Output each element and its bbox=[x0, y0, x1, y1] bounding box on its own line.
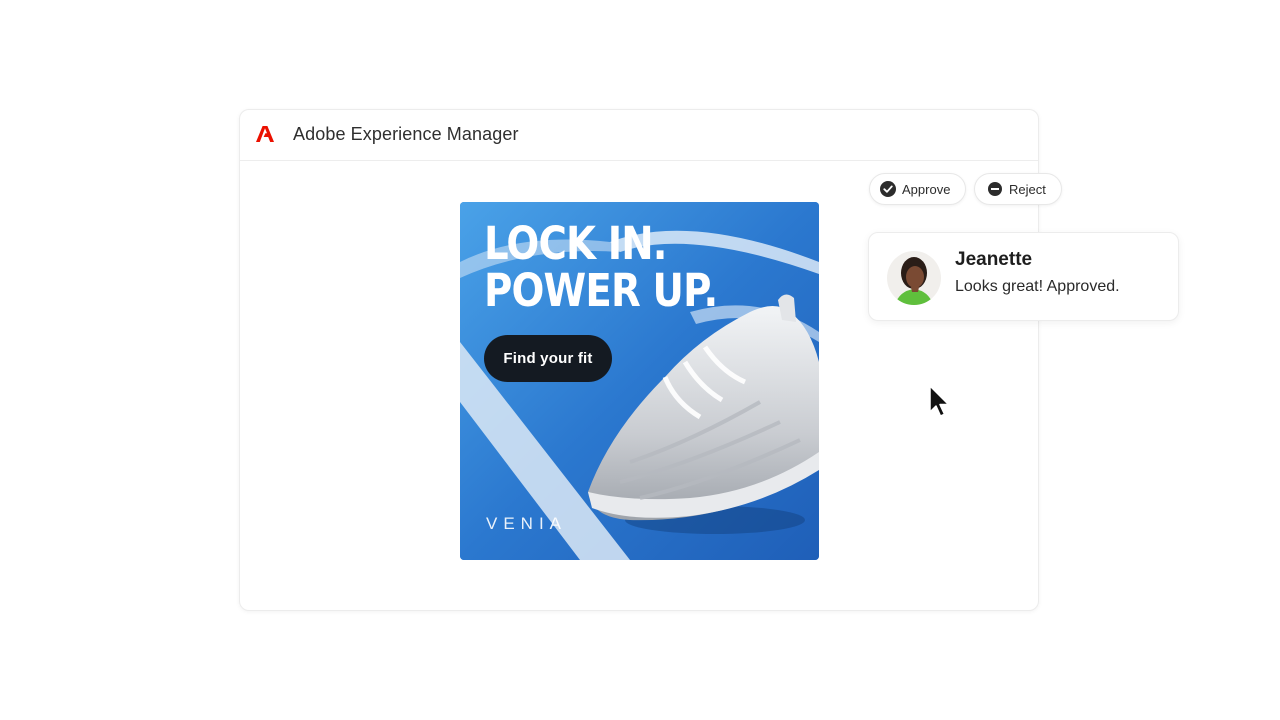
reject-label: Reject bbox=[1009, 181, 1046, 197]
avatar bbox=[887, 251, 941, 305]
approve-button[interactable]: Approve bbox=[869, 173, 966, 205]
approve-label: Approve bbox=[902, 181, 951, 197]
stage: Adobe Experience Manager LOCK IN. POWER … bbox=[0, 0, 1280, 720]
check-circle-icon bbox=[880, 181, 896, 197]
cursor-arrow-icon bbox=[929, 385, 950, 417]
title-bar: Adobe Experience Manager bbox=[240, 110, 1038, 161]
find-your-fit-button[interactable]: Find your fit bbox=[484, 335, 612, 382]
ad-headline: LOCK IN. POWER UP. bbox=[484, 217, 718, 317]
ad-headline-line1: LOCK IN. bbox=[484, 217, 668, 270]
ad-creative-preview: LOCK IN. POWER UP. Find your fit VENIA bbox=[460, 202, 819, 560]
comment-text: Looks great! Approved. bbox=[955, 278, 1120, 295]
ad-headline-line2: POWER UP. bbox=[484, 264, 718, 317]
minus-circle-icon bbox=[988, 182, 1002, 196]
venia-wordmark: VENIA bbox=[486, 514, 568, 533]
reject-button[interactable]: Reject bbox=[974, 173, 1062, 205]
comment-card: Jeanette Looks great! Approved. bbox=[868, 232, 1179, 321]
app-title: Adobe Experience Manager bbox=[293, 124, 519, 144]
commenter-name: Jeanette bbox=[955, 249, 1033, 270]
adobe-logo-icon bbox=[256, 126, 274, 142]
